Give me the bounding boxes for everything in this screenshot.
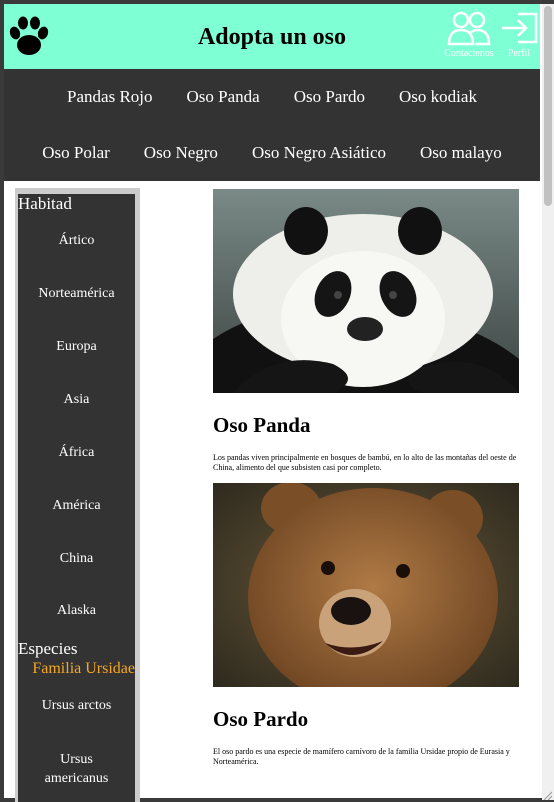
panda-image[interactable] [213, 189, 519, 393]
nav-item-oso-negro[interactable]: Oso Negro [144, 143, 218, 163]
animal-title: Oso Pardo [213, 707, 309, 731]
sign-in-icon [502, 12, 538, 44]
nav-item-oso-panda[interactable]: Oso Panda [187, 87, 260, 107]
profile-label: Perfil [507, 48, 531, 59]
sidebar-item-norteamerica[interactable]: Norteamérica [18, 286, 135, 302]
sidebar: Habitad Ártico Norteamérica Europa Asia … [18, 194, 135, 802]
sidebar-item-ursus-americanus[interactable]: Ursus americanus [18, 750, 135, 788]
nav-row: Oso Polar Oso Negro Oso Negro Asiático O… [4, 143, 540, 163]
profile-link[interactable]: Perfil [498, 10, 540, 59]
nav-item-oso-malayo[interactable]: Oso malayo [420, 143, 502, 163]
nav-item-oso-negro-asiatico[interactable]: Oso Negro Asiático [252, 143, 386, 163]
header: Adopta un oso Contactenos Perfil [4, 4, 540, 69]
animal-title: Oso Panda [213, 413, 311, 437]
sidebar-item-ursus-arctos[interactable]: Ursus arctos [18, 698, 135, 714]
users-icon [447, 11, 491, 46]
family-label: Familia Ursidae [32, 660, 135, 677]
sidebar-item-america[interactable]: América [18, 498, 135, 514]
habitat-heading: Habitad [18, 194, 72, 213]
nav-item-oso-pardo[interactable]: Oso Pardo [294, 87, 365, 107]
animal-description: El oso pardo es una especie de mamífero … [213, 747, 510, 766]
nav-item-oso-polar[interactable]: Oso Polar [42, 143, 110, 163]
contacts-link[interactable]: Contactenos [438, 10, 500, 59]
sidebar-item-asia[interactable]: Asia [18, 392, 135, 408]
animal-description: Los pandas viven principalmente en bosqu… [213, 453, 517, 472]
animal-card: Oso Panda Los pandas viven principalment… [213, 189, 519, 483]
sidebar-item-europa[interactable]: Europa [18, 339, 135, 355]
scroll-thumb[interactable] [544, 6, 552, 206]
nav-item-oso-kodiak[interactable]: Oso kodiak [399, 87, 477, 107]
sidebar-border: Habitad Ártico Norteamérica Europa Asia … [15, 188, 140, 802]
sidebar-item-china[interactable]: China [18, 551, 135, 567]
main-content: Oso Panda Los pandas viven principalment… [213, 189, 519, 777]
sidebar-item-artico[interactable]: Ártico [18, 233, 135, 249]
scrollbar[interactable] [542, 4, 554, 800]
main-nav: Pandas Rojo Oso Panda Oso Pardo Oso kodi… [4, 69, 540, 181]
species-heading: Especies [18, 639, 78, 658]
animal-card: Oso Pardo El oso pardo es una especie de… [213, 483, 519, 777]
nav-item-pandas-rojo[interactable]: Pandas Rojo [67, 87, 152, 107]
contacts-label: Contactenos [444, 48, 494, 59]
sidebar-item-africa[interactable]: África [18, 445, 135, 461]
nav-row: Pandas Rojo Oso Panda Oso Pardo Oso kodi… [4, 87, 540, 107]
brown-bear-image[interactable] [213, 483, 519, 687]
sidebar-item-alaska[interactable]: Alaska [18, 603, 135, 619]
resize-grip-icon[interactable] [542, 790, 552, 800]
